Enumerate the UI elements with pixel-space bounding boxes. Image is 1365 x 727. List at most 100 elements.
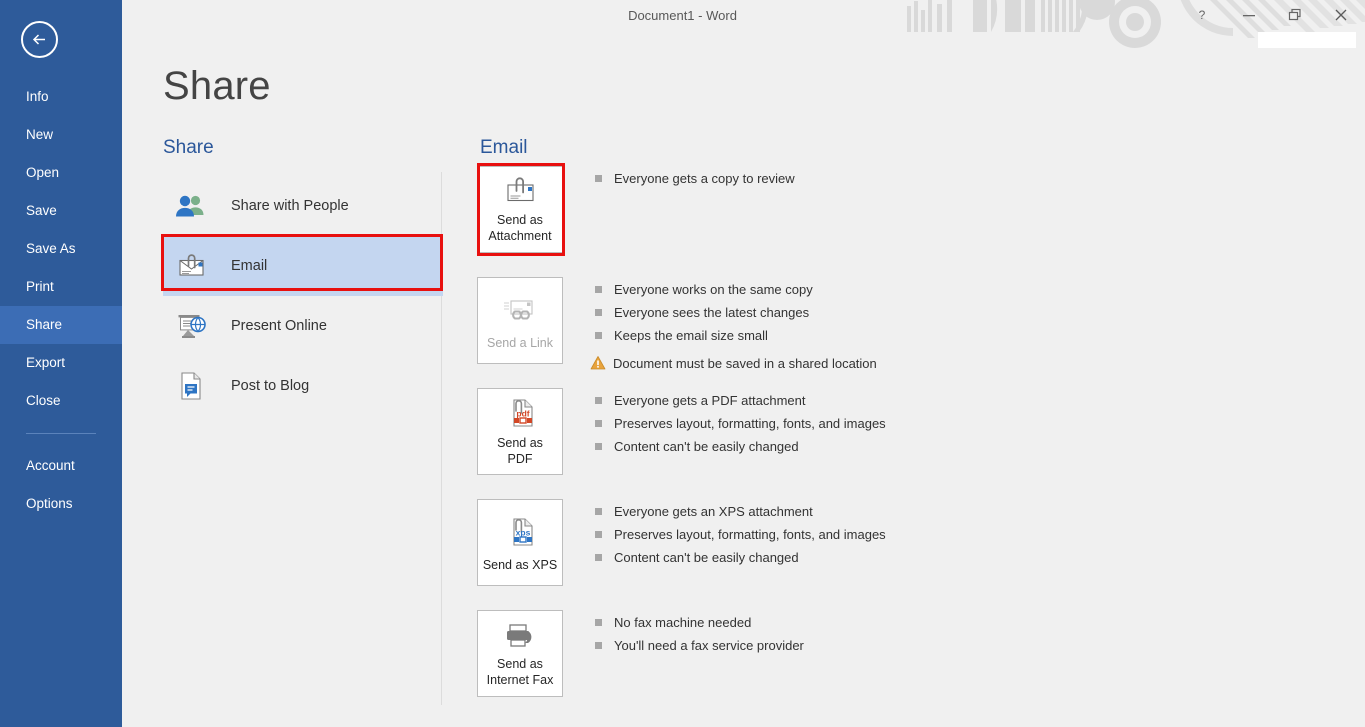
benefit-text: Everyone gets a copy to review: [614, 171, 795, 186]
email-option-send-as-attachment: Send as Attachment Everyone gets a copy …: [477, 166, 1277, 253]
restore-button[interactable]: [1272, 0, 1318, 30]
benefit-list: No fax machine needed You'll need a fax …: [595, 612, 804, 658]
send-as-xps-button[interactable]: xps Send as XPS: [477, 499, 563, 586]
minimize-button[interactable]: [1226, 0, 1272, 30]
benefit-item: Preserves layout, formatting, fonts, and…: [595, 413, 886, 436]
bullet-square-icon: [595, 397, 602, 404]
share-item-email[interactable]: Email: [163, 236, 443, 296]
benefit-text: No fax machine needed: [614, 615, 752, 630]
sidebar-item-save[interactable]: Save: [0, 192, 122, 230]
benefit-item: Keeps the email size small: [595, 325, 877, 348]
bullet-square-icon: [595, 619, 602, 626]
bullet-square-icon: [595, 642, 602, 649]
benefit-text: Preserves layout, formatting, fonts, and…: [614, 527, 886, 542]
benefit-text: Content can't be easily changed: [614, 439, 799, 454]
benefit-list: Everyone works on the same copy Everyone…: [590, 279, 877, 376]
link-mail-icon: [500, 291, 540, 329]
help-button[interactable]: ?: [1179, 0, 1225, 30]
benefit-item: No fax machine needed: [595, 612, 804, 635]
sidebar-divider: [26, 433, 96, 434]
benefit-text: Everyone gets an XPS attachment: [614, 504, 813, 519]
benefit-item: You'll need a fax service provider: [595, 635, 804, 658]
benefit-item: Everyone gets a PDF attachment: [595, 390, 886, 413]
benefit-list: Everyone gets a copy to review: [595, 168, 795, 191]
tile-label: Send a Link: [486, 335, 554, 350]
benefit-item: Preserves layout, formatting, fonts, and…: [595, 524, 886, 547]
svg-text:xps: xps: [516, 527, 531, 537]
bullet-square-icon: [595, 443, 602, 450]
back-button[interactable]: [21, 21, 58, 58]
sidebar-item-save-as[interactable]: Save As: [0, 230, 122, 268]
send-as-pdf-button[interactable]: pdf Send as PDF: [477, 388, 563, 475]
benefit-item: Everyone works on the same copy: [595, 279, 877, 302]
blog-icon: [174, 369, 208, 403]
backstage-sidebar: Info New Open Save Save As Print Share E…: [0, 0, 122, 727]
bullet-square-icon: [595, 508, 602, 515]
sidebar-item-export[interactable]: Export: [0, 344, 122, 382]
benefit-text: You'll need a fax service provider: [614, 638, 804, 653]
window-title: Document1 - Word: [628, 8, 737, 23]
share-item-label: Share with People: [231, 198, 349, 214]
benefit-item: Content can't be easily changed: [595, 436, 886, 459]
send-as-internet-fax-button[interactable]: Send as Internet Fax: [477, 610, 563, 697]
fax-icon: [501, 619, 539, 650]
sidebar-item-options[interactable]: Options: [0, 485, 122, 523]
share-item-post-to-blog[interactable]: Post to Blog: [163, 356, 443, 416]
share-item-present-online[interactable]: Present Online: [163, 296, 443, 356]
benefit-text: Everyone sees the latest changes: [614, 305, 810, 320]
tile-label: Send as XPS: [482, 557, 558, 572]
attachment-mail-icon: [501, 175, 539, 206]
pdf-icon: pdf: [503, 397, 537, 429]
benefit-text: Keeps the email size small: [614, 328, 768, 343]
benefit-text: Preserves layout, formatting, fonts, and…: [614, 416, 886, 431]
benefit-item: Everyone gets an XPS attachment: [595, 501, 886, 524]
warning-text: Document must be saved in a shared locat…: [613, 356, 877, 371]
sidebar-nav-list: Info New Open Save Save As Print Share E…: [0, 78, 122, 523]
header-white-strip: [1258, 32, 1356, 48]
svg-text:?: ?: [1199, 8, 1206, 22]
svg-text:pdf: pdf: [516, 408, 529, 418]
sidebar-item-share[interactable]: Share: [0, 306, 122, 344]
email-panel-heading: Email: [480, 137, 528, 158]
bullet-square-icon: [595, 309, 602, 316]
bullet-square-icon: [595, 531, 602, 538]
share-column-heading: Share: [163, 137, 214, 158]
close-button[interactable]: [1318, 0, 1364, 30]
email-icon: [174, 249, 208, 283]
tile-label: Send as Internet Fax: [486, 657, 554, 687]
sidebar-item-close[interactable]: Close: [0, 382, 122, 420]
warning-item: Document must be saved in a shared locat…: [590, 353, 877, 376]
benefit-item: Content can't be easily changed: [595, 547, 886, 570]
warning-triangle-icon: [590, 355, 606, 371]
tile-label: Send as PDF: [497, 435, 543, 466]
present-icon: [174, 309, 208, 343]
share-item-label: Present Online: [231, 318, 327, 334]
share-options-list: Share with People Email Present Online P…: [163, 176, 443, 416]
sidebar-item-print[interactable]: Print: [0, 268, 122, 306]
send-as-attachment-button[interactable]: Send as Attachment: [477, 166, 563, 253]
bullet-square-icon: [595, 286, 602, 293]
sidebar-item-open[interactable]: Open: [0, 154, 122, 192]
email-option-send-as-pdf: pdf Send as PDF Everyone gets a PDF atta…: [477, 388, 1277, 475]
sidebar-item-new[interactable]: New: [0, 116, 122, 154]
bullet-square-icon: [595, 554, 602, 561]
sidebar-item-account[interactable]: Account: [0, 447, 122, 485]
share-item-share-with-people[interactable]: Share with People: [163, 176, 443, 236]
xps-icon: xps: [503, 513, 537, 551]
share-item-label: Post to Blog: [231, 378, 310, 394]
bullet-square-icon: [595, 420, 602, 427]
email-option-send-as-internet-fax: Send as Internet Fax No fax machine need…: [477, 610, 1277, 697]
sidebar-item-info[interactable]: Info: [0, 78, 122, 116]
tile-label: Send as Attachment: [488, 213, 552, 243]
email-option-send-as-xps: xps Send as XPS Everyone gets an XPS att…: [477, 499, 1277, 586]
benefit-list: Everyone gets a PDF attachment Preserves…: [595, 390, 886, 459]
benefit-text: Content can't be easily changed: [614, 550, 799, 565]
send-a-link-button[interactable]: Send a Link: [477, 277, 563, 364]
bullet-square-icon: [595, 332, 602, 339]
share-item-label: Email: [231, 258, 268, 274]
benefit-list: Everyone gets an XPS attachment Preserve…: [595, 501, 886, 570]
benefit-item: Everyone sees the latest changes: [595, 302, 877, 325]
bullet-square-icon: [595, 175, 602, 182]
benefit-item: Everyone gets a copy to review: [595, 168, 795, 191]
word-backstage-share-screen: Document1 - Word ? Info New Open Save Sa…: [0, 0, 1365, 727]
